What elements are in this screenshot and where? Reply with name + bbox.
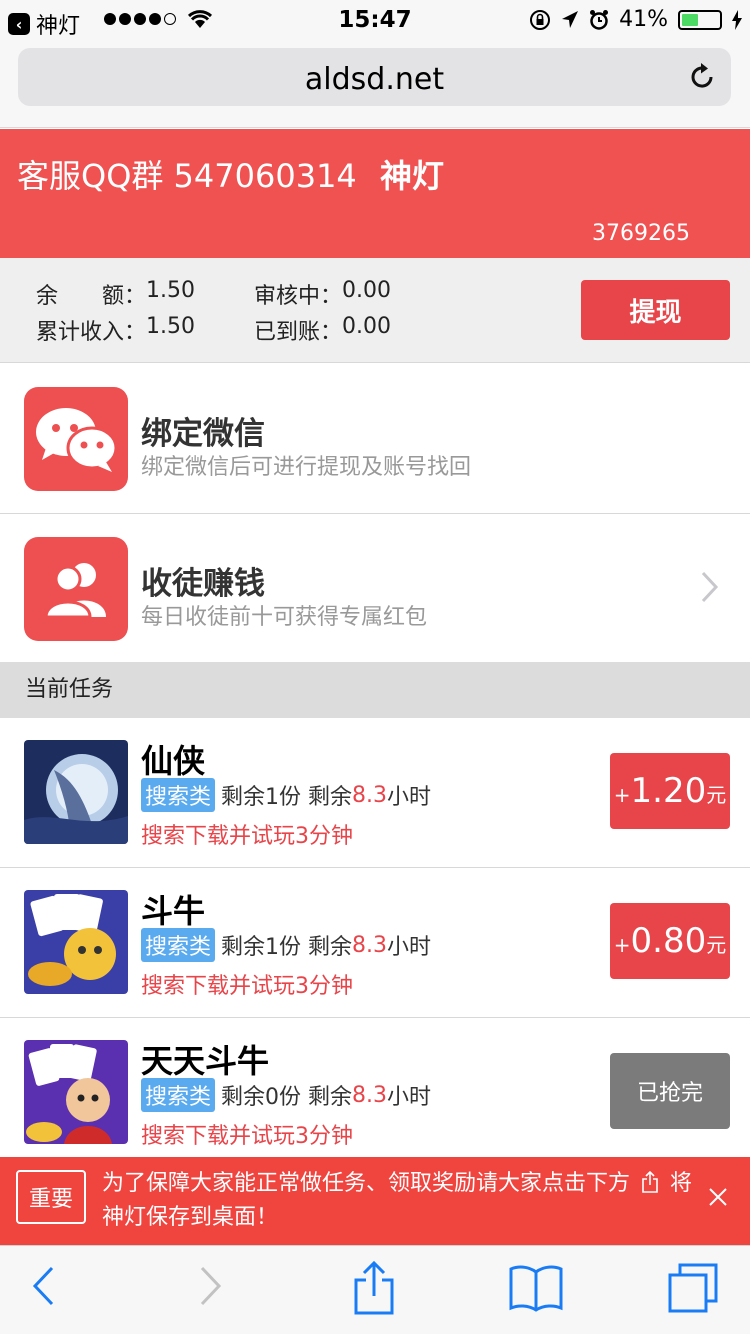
browser-bar: aldsd.net [0,40,750,128]
task-row[interactable]: 仙侠 搜索类 剩余1份 剩余 8.3 小时 搜索下载并试玩3分钟 +1.20 元 [0,718,750,868]
chevron-right-icon [701,571,719,603]
feature-title: 收徒赚钱 [141,566,265,602]
reward-amount: 0.80 [630,921,707,961]
section-title: 当前任务 [0,662,750,718]
task-desc: 搜索下载并试玩3分钟 [141,824,353,849]
task-remaining: 剩余1份 [221,785,302,810]
task-thumbnail [24,890,128,994]
rotation-lock-icon [530,9,551,30]
notice-text: 为了保障大家能正常做任务、领取奖励请大家点击下方 将神灯保存到桌面！ [102,1170,693,1230]
arrived-value: 0.00 [342,314,391,339]
total-income-stat: 累计收入： 1.50 [36,314,195,345]
balance-value: 1.50 [146,278,195,303]
task-tag: 搜索类 [141,1078,216,1112]
feature-subtitle: 绑定微信后可进行提现及账号找回 [141,455,472,480]
task-row[interactable]: 斗牛 搜索类 剩余1份 剩余 8.3 小时 搜索下载并试玩3分钟 +0.80 元 [0,868,750,1018]
bookmarks-icon[interactable] [508,1264,564,1312]
bind-wechat-row[interactable]: 绑定微信 绑定微信后可进行提现及账号找回 [0,364,750,514]
task-desc: 搜索下载并试玩3分钟 [141,1124,353,1149]
task-meta: 搜索类 剩余1份 剩余 8.3 小时 [141,928,431,962]
task-row[interactable]: 天天斗牛 搜索类 剩余0份 剩余 8.3 小时 搜索下载并试玩3分钟 已抢完 [0,1018,750,1157]
user-id: 3769265 [592,221,690,246]
browser-toolbar [0,1245,750,1334]
notice-banner: 重要 为了保障大家能正常做任务、领取奖励请大家点击下方 将神灯保存到桌面！ [0,1157,750,1245]
task-remaining: 剩余0份 [221,1085,302,1110]
status-bar: ‹ 神灯 15:47 41% [0,0,750,40]
reviewing-stat: 审核中： 0.00 [254,278,391,309]
task-desc: 搜索下载并试玩3分钟 [141,974,353,999]
withdraw-button[interactable]: 提现 [581,280,730,340]
battery-icon [678,9,722,30]
task-time-value: 8.3 [352,932,388,958]
task-tag: 搜索类 [141,778,216,812]
sold-out-button[interactable]: 已抢完 [610,1053,730,1129]
forward-icon[interactable] [198,1264,224,1308]
feature-title: 绑定微信 [141,416,265,452]
url-text: aldsd.net [304,62,445,97]
task-thumbnail [24,1040,128,1144]
share-icon [642,1170,658,1193]
task-remaining: 剩余1份 [221,935,302,960]
users-icon [24,537,128,641]
qq-group-text: 客服QQ群 547060314 [17,157,357,195]
feature-subtitle: 每日收徒前十可获得专属红包 [141,605,428,630]
important-badge: 重要 [16,1170,86,1224]
balance-stat: 余 额： 1.50 [36,278,195,309]
close-icon[interactable] [708,1187,728,1207]
arrived-stat: 已到账： 0.00 [254,314,391,345]
location-icon [562,10,579,28]
status-right: 41% [529,7,742,32]
alarm-icon [590,9,609,30]
task-thumbnail [24,740,128,844]
invite-earn-row[interactable]: 收徒赚钱 每日收徒前十可获得专属红包 [0,514,750,664]
task-name: 斗牛 [141,892,206,930]
task-name: 仙侠 [141,742,206,780]
brand-name: 神灯 [380,157,445,195]
reviewing-value: 0.00 [342,278,391,303]
tabs-icon[interactable] [666,1262,720,1314]
back-icon[interactable] [30,1264,56,1308]
task-time-value: 8.3 [352,782,388,808]
page-header: 客服QQ群 547060314 神灯 3769265 [0,129,750,258]
task-meta: 搜索类 剩余1份 剩余 8.3 小时 [141,778,431,812]
reload-icon[interactable] [687,62,717,92]
task-meta: 搜索类 剩余0份 剩余 8.3 小时 [141,1078,431,1112]
task-time-value: 8.3 [352,1082,388,1108]
task-reward-button[interactable]: +1.20 元 [610,753,730,829]
balance-panel: 余 额： 1.50 审核中： 0.00 累计收入： 1.50 已到账： 0.00… [0,258,750,363]
task-name: 天天斗牛 [141,1042,270,1080]
url-field[interactable]: aldsd.net [18,48,731,106]
task-reward-button[interactable]: +0.80 元 [610,903,730,979]
task-tag: 搜索类 [141,928,216,962]
battery-percent: 41% [619,7,668,32]
total-income-value: 1.50 [146,314,195,339]
reward-amount: 1.20 [630,771,707,811]
wechat-icon [24,387,128,491]
page: ‹ 神灯 15:47 41% aldsd.net 客服QQ群 547060314… [0,0,750,1334]
share-button-icon[interactable] [352,1260,396,1316]
charging-icon [732,9,742,30]
